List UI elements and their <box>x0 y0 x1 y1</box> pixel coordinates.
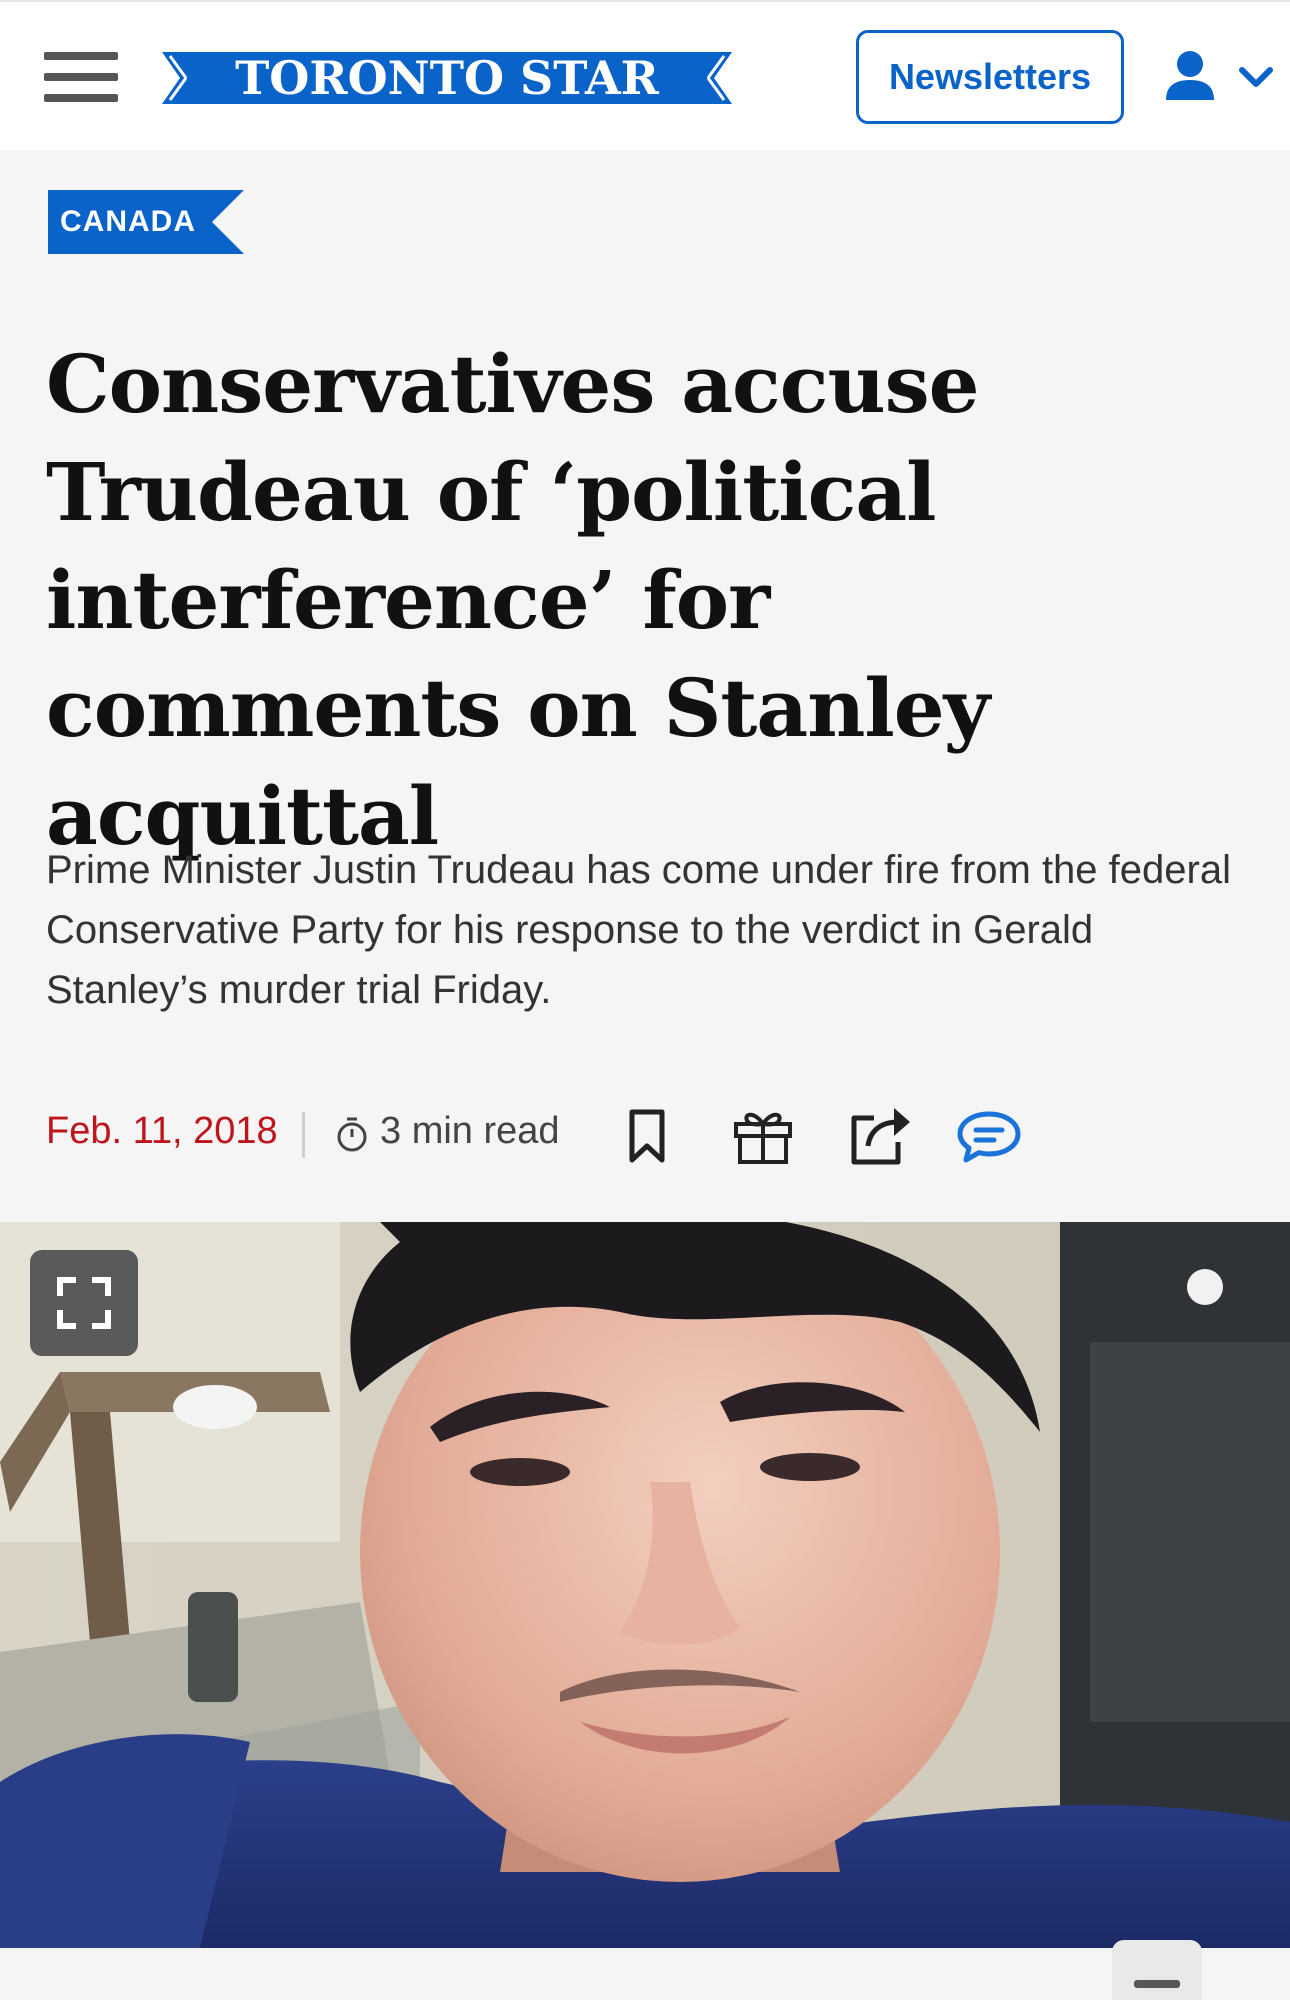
hero-photo[interactable] <box>0 1222 1290 1948</box>
section-label: CANADA <box>60 205 196 238</box>
expand-fullscreen-button[interactable] <box>30 1250 138 1356</box>
logo-text: TORONTO STAR <box>235 51 660 105</box>
drawer-handle[interactable] <box>1112 1940 1202 2000</box>
bookmark-icon[interactable] <box>612 1100 682 1170</box>
chevron-down-icon <box>1239 67 1273 87</box>
meta-divider <box>302 1112 305 1158</box>
comment-icon[interactable] <box>954 1100 1024 1170</box>
gift-icon[interactable] <box>728 1100 798 1170</box>
section-tag[interactable]: CANADA <box>48 190 244 254</box>
toronto-star-logo[interactable]: TORONTO STAR <box>162 48 732 108</box>
account-menu[interactable] <box>1160 48 1280 108</box>
read-time: 3 min read <box>380 1110 560 1152</box>
stopwatch-icon <box>337 1117 367 1152</box>
article-meta: Feb. 11, 2018 3 min read <box>46 1100 1246 1170</box>
expand-icon <box>57 1277 111 1329</box>
article-deck: Prime Minister Justin Trudeau has come u… <box>46 848 1231 1012</box>
user-icon <box>1166 51 1273 100</box>
newsletters-button[interactable]: Newsletters <box>856 30 1124 124</box>
site-header: TORONTO STAR Newsletters <box>0 0 1290 150</box>
hamburger-menu-icon[interactable] <box>44 52 118 102</box>
newsletters-label: Newsletters <box>888 56 1092 97</box>
minus-icon <box>1134 1980 1180 1988</box>
publish-date: Feb. 11, 2018 <box>46 1110 278 1152</box>
article-headline: Conservatives accuse Trudeau of ‘politic… <box>46 337 990 863</box>
share-icon[interactable] <box>844 1100 914 1170</box>
bottom-strip <box>0 1948 1290 1993</box>
